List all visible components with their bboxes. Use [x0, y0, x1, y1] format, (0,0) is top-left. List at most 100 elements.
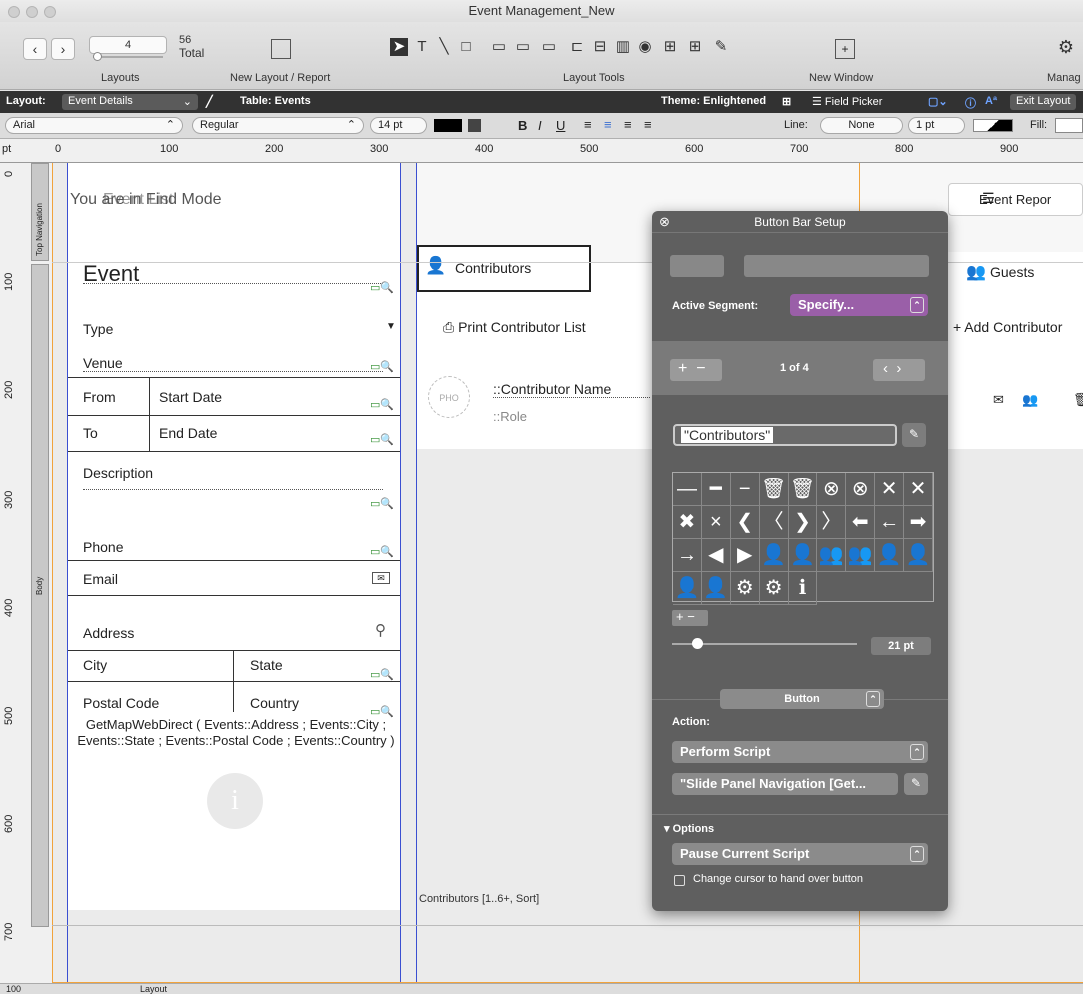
icon-option[interactable]: ℹ	[788, 572, 818, 605]
line-color-swatch[interactable]	[973, 119, 1013, 132]
start-date-field[interactable]: Start Date	[159, 389, 222, 405]
address-field[interactable]: Address	[83, 625, 134, 641]
icon-option[interactable]: ❯	[788, 506, 818, 539]
mode-label[interactable]: Layout	[140, 984, 167, 994]
close-window-button[interactable]	[8, 6, 20, 18]
web-viewer-tool-icon[interactable]: ◉	[636, 38, 654, 56]
field-tool-icon[interactable]: ▭	[490, 38, 508, 56]
icon-option[interactable]: −	[730, 473, 760, 506]
text-color-swatch[interactable]	[434, 119, 462, 132]
icon-option[interactable]: ⚙	[759, 572, 789, 605]
align-right-icon[interactable]: ≡	[624, 117, 632, 132]
icon-option[interactable]: ←	[875, 506, 905, 539]
segment-prev-next-buttons[interactable]: ‹ ›	[873, 359, 925, 381]
segment-name-field[interactable]: "Contributors"	[673, 424, 897, 446]
print-list-button[interactable]: ⎙ Print Contributor List	[443, 319, 586, 336]
previous-layout-button[interactable]: ‹	[23, 38, 47, 60]
tab-control-tool-icon[interactable]: ⊏	[568, 38, 586, 56]
icon-size-field[interactable]: 21 pt	[871, 637, 931, 655]
zoom-level[interactable]: 100	[6, 984, 21, 994]
phone-field[interactable]: Phone	[83, 539, 123, 555]
icon-option[interactable]: 👤	[759, 539, 789, 572]
chart-tool-icon[interactable]: ▥	[614, 38, 632, 56]
icon-option[interactable]: 👥	[846, 539, 876, 572]
style-select[interactable]: Regular ⌃	[192, 117, 364, 134]
line-style-select[interactable]: None	[820, 117, 903, 134]
icon-option[interactable]: ✕	[875, 473, 905, 506]
zoom-window-button[interactable]	[44, 6, 56, 18]
delete-icon[interactable]: 🗑	[1073, 392, 1083, 408]
theme-icon[interactable]: ⊞	[782, 95, 791, 108]
part-label-top-navigation[interactable]: Top Navigation	[31, 163, 49, 261]
popover-tool-icon[interactable]: ⊞	[686, 38, 704, 56]
role-field[interactable]: ::Role	[493, 409, 527, 424]
part-label-body[interactable]: Body	[31, 264, 49, 927]
line-tool-icon[interactable]: ╲	[435, 38, 453, 56]
map-pin-icon[interactable]: ⚲	[375, 621, 386, 639]
new-layout-icon[interactable]	[271, 39, 291, 59]
email-contributor-icon[interactable]: ✉	[993, 392, 1004, 408]
new-window-icon[interactable]: +	[835, 39, 855, 59]
icon-option[interactable]: ⊗	[846, 473, 876, 506]
highlight-icon[interactable]	[468, 119, 481, 132]
font-select[interactable]: Arial ⌃	[5, 117, 183, 134]
fill-color-swatch[interactable]	[1055, 118, 1083, 133]
icon-option[interactable]: ❮	[730, 506, 760, 539]
contributor-group-icon[interactable]: 👥	[1022, 392, 1038, 408]
text-tool-icon[interactable]: T	[413, 38, 431, 56]
icon-option[interactable]: —	[673, 473, 702, 506]
bold-button[interactable]: B	[518, 118, 527, 133]
city-field[interactable]: City	[83, 657, 107, 673]
edit-script-icon[interactable]: ✎	[904, 773, 928, 795]
layout-number-field[interactable]: 4	[89, 36, 167, 54]
icon-option[interactable]: 👤	[904, 539, 933, 572]
description-field[interactable]: Description	[83, 465, 153, 481]
slide-control-tool-icon[interactable]: ⊟	[591, 38, 609, 56]
active-segment-select[interactable]: Specify... ⌃	[790, 294, 928, 316]
next-layout-button[interactable]: ›	[51, 38, 75, 60]
inspector-icon[interactable]: ⓘ	[965, 95, 976, 111]
text-format-icon[interactable]: Aª	[985, 95, 997, 107]
icon-position-segment[interactable]	[744, 255, 929, 277]
event-list-label[interactable]: Event List	[103, 191, 173, 209]
pointer-tool-icon[interactable]: ➤	[390, 38, 408, 56]
slider-thumb[interactable]	[93, 52, 102, 61]
portal-tool-icon[interactable]: ⊞	[661, 38, 679, 56]
add-contributor-button[interactable]: + Add Contributor	[953, 319, 1062, 335]
map-calculation[interactable]: GetMapWebDirect ( Events::Address ; Even…	[77, 717, 395, 749]
rectangle-tool-icon[interactable]: □	[457, 38, 475, 56]
slider-thumb[interactable]	[692, 638, 703, 649]
venue-field[interactable]: Venue	[83, 355, 123, 371]
icon-option[interactable]: 〈	[759, 506, 789, 539]
icon-option[interactable]: 〉	[817, 506, 847, 539]
script-select[interactable]: "Slide Panel Navigation [Get...	[672, 773, 898, 795]
add-remove-icon-buttons[interactable]: + −	[672, 610, 708, 626]
icon-option[interactable]: 🗑	[759, 473, 789, 506]
icon-option[interactable]: ➡	[904, 506, 933, 539]
icon-option[interactable]: ━	[701, 473, 731, 506]
justify-icon[interactable]: ≡	[644, 117, 652, 132]
icon-option[interactable]: ⬅	[846, 506, 876, 539]
button-bar-tool-icon[interactable]: ▭	[540, 38, 558, 56]
icon-option[interactable]: ⚙	[730, 572, 760, 605]
action-select[interactable]: Perform Script ⌃	[672, 741, 928, 763]
icon-size-slider[interactable]	[672, 638, 857, 649]
type-select[interactable]: Button ⌃	[720, 689, 884, 709]
icon-option[interactable]: 👤	[875, 539, 905, 572]
rounded-rect-tool-icon[interactable]: ▭	[514, 38, 532, 56]
edit-calculation-icon[interactable]: ✎	[902, 423, 926, 447]
event-report-button[interactable]: Event Repor	[948, 183, 1083, 216]
layout-dropdown[interactable]: Event Details ⌄	[62, 94, 198, 110]
email-field[interactable]: Email	[83, 571, 118, 587]
close-icon[interactable]: ⊗	[659, 214, 670, 230]
gear-icon[interactable]: ⚙	[1057, 38, 1075, 56]
icon-picker-grid[interactable]: — ━ − 🗑 🗑 ⊗ ⊗ ✕ ✕ ✖ × ❮ 〈 ❯ 〉 ⬅ ← ➡ → ◀ ▶ 👤 👤 👥 👥 👤 👤 👤 👤 ⚙ ⚙ ℹ	[672, 472, 934, 605]
layout-slider[interactable]	[93, 52, 163, 61]
country-field[interactable]: Country	[250, 695, 299, 711]
format-painter-icon[interactable]: ✎	[712, 38, 730, 56]
field-picker-button[interactable]: ☰ Field Picker	[812, 95, 882, 108]
type-field[interactable]: Type	[83, 321, 113, 337]
minimize-window-button[interactable]	[26, 6, 38, 18]
exit-layout-button[interactable]: Exit Layout	[1010, 94, 1077, 110]
icon-option[interactable]: ⊗	[817, 473, 847, 506]
